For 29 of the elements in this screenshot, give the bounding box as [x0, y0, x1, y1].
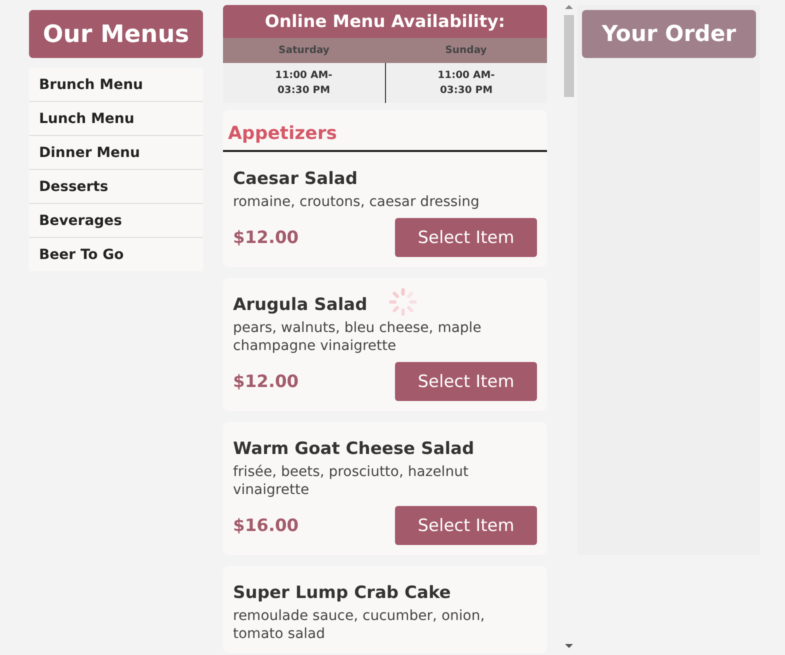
menu-link[interactable]: Beer To Go: [29, 238, 203, 271]
item-name: Warm Goat Cheese Salad: [233, 439, 474, 459]
menu-link[interactable]: Lunch Menu: [29, 102, 203, 136]
item-name: Arugula Salad: [233, 295, 368, 315]
order-heading: Your Order: [582, 10, 756, 58]
menu-link[interactable]: Beverages: [29, 204, 203, 238]
loading-spinner-icon: [388, 287, 418, 317]
menus-heading: Our Menus: [29, 10, 203, 58]
item-description: romaine, croutons, caesar dressing: [233, 193, 480, 211]
item-name: Super Lump Crab Cake: [233, 583, 451, 603]
item-description: frisée, beets, prosciutto, hazelnut vinaigrette: [233, 463, 470, 499]
item-price: $12.00: [233, 228, 299, 248]
menu-link[interactable]: Brunch Menu: [29, 68, 203, 102]
section-heading: Appetizers: [223, 110, 547, 152]
select-item-button[interactable]: Select Item: [395, 218, 537, 257]
availability-title: Online Menu Availability:: [223, 5, 547, 38]
select-item-button[interactable]: Select Item: [395, 362, 537, 401]
item-price: $16.00: [233, 516, 299, 536]
hours-text: 11:00 AM- 03:30 PM: [223, 63, 386, 103]
day-label: Sunday: [444, 45, 488, 56]
menu-link[interactable]: Dinner Menu: [29, 136, 203, 170]
select-item-button[interactable]: Select Item: [395, 506, 537, 545]
item-name: Caesar Salad: [233, 169, 358, 189]
menu-link[interactable]: Desserts: [29, 170, 203, 204]
item-price: $12.00: [233, 372, 299, 392]
item-description: pears, walnuts, bleu cheese, maple champagne vinaigrette: [233, 319, 482, 355]
hours-text: 11:00 AM- 03:30 PM: [436, 69, 496, 98]
item-description: remoulade sauce, cucumber, onion, tomato salad: [233, 607, 486, 643]
day-label: Saturday: [278, 45, 330, 56]
